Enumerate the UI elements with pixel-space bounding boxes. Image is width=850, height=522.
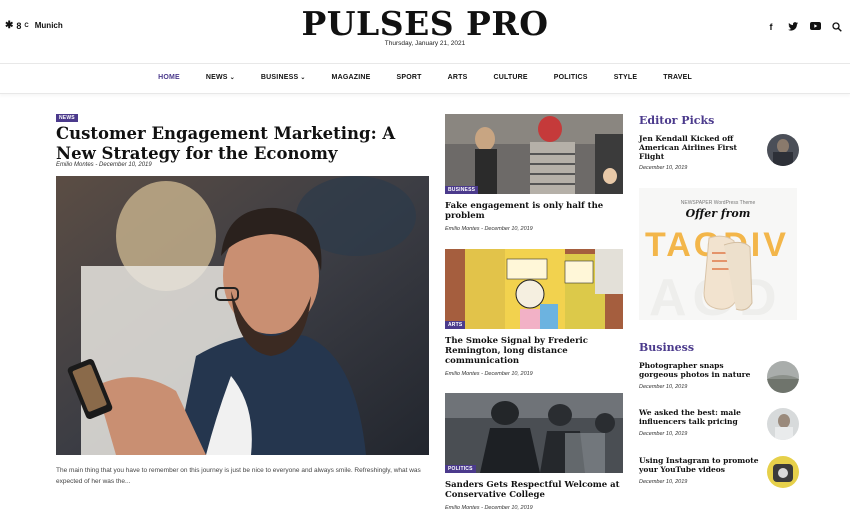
article-meta: Emilio Montes - December 10, 2019 [445,505,533,511]
business-heading: Business [639,341,695,354]
nav-item-home[interactable]: HOME [158,74,180,81]
side-article-date: December 10, 2019 [639,479,688,485]
main-article-meta: Emilio Montes - December 10, 2019 [56,162,152,168]
article-title[interactable]: Sanders Gets Respectful Welcome at Conse… [445,480,623,500]
advertisement-banner[interactable]: AGD NEWSPAPER WordPress Theme Offer from… [639,188,797,320]
side-article[interactable]: Jen Kendall Kicked off American Airlines… [639,134,799,171]
nav-item-magazine[interactable]: MAGAZINE [332,74,371,81]
nav-item-culture[interactable]: CULTURE [493,74,527,81]
article-thumbnail[interactable] [767,134,799,166]
nav-item-sport[interactable]: SPORT [396,74,421,81]
nav-item-politics[interactable]: POLITICS [554,74,588,81]
article-meta: Emilio Montes - December 10, 2019 [445,371,533,377]
main-article-title[interactable]: Customer Engagement Marketing: A New Str… [56,124,426,164]
side-article[interactable]: Photographer snaps gorgeous photos in na… [639,361,799,397]
category-badge[interactable]: ARTS [445,321,466,329]
twitter-icon[interactable] [788,22,798,32]
article-image[interactable]: BUSINESS [445,114,623,194]
site-logo[interactable]: PULSES PRO [0,4,850,43]
side-article-title[interactable]: Jen Kendall Kicked off American Airlines… [639,134,759,161]
chevron-down-icon: ⌄ [300,75,306,81]
post-date: December 10, 2019 [99,162,152,168]
article-card[interactable]: ARTS The Smoke Signal by Frederic Reming… [445,249,623,377]
ad-offer: Offer from [685,207,751,220]
side-article[interactable]: Using Instagram to promote your YouTube … [639,456,799,492]
article-thumbnail[interactable] [767,456,799,488]
nav-item-business[interactable]: BUSINESS ⌄ [261,74,306,81]
article-card[interactable]: BUSINESS Fake engagement is only half th… [445,114,623,232]
header-date: Thursday, January 21, 2021 [384,40,466,47]
sneaker-image [703,235,753,311]
side-article-title[interactable]: Using Instagram to promote your YouTube … [639,456,759,474]
search-icon[interactable] [832,22,842,32]
article-image[interactable]: ARTS [445,249,623,329]
main-article-excerpt: The main thing that you have to remember… [56,467,421,485]
side-article-title[interactable]: We asked the best: male influencers talk… [639,408,759,426]
nav-item-arts[interactable]: ARTS [448,74,468,81]
article-meta: Emilio Montes - December 10, 2019 [445,226,533,232]
side-article-date: December 10, 2019 [639,165,688,171]
facebook-icon[interactable]: f [766,22,776,32]
article-title[interactable]: Fake engagement is only half the problem [445,201,623,221]
article-image[interactable]: POLITICS [445,393,623,473]
ad-tagline: NEWSPAPER WordPress Theme [680,200,756,206]
chevron-down-icon: ⌄ [229,75,235,81]
category-badge[interactable]: POLITICS [445,465,476,473]
nav-item-news[interactable]: NEWS ⌄ [206,74,235,81]
category-badge[interactable]: NEWS [56,114,78,122]
site-header: ✱ 8C Munich PULSES PRO Thursday, January… [0,0,850,64]
nav-item-travel[interactable]: TRAVEL [663,74,692,81]
article-card[interactable]: POLITICS Sanders Gets Respectful Welcome… [445,393,623,511]
category-badge[interactable]: BUSINESS [445,186,479,194]
article-title[interactable]: The Smoke Signal by Frederic Remington, … [445,336,623,366]
side-article-date: December 10, 2019 [639,431,688,437]
article-thumbnail[interactable] [767,408,799,440]
editor-picks-heading: Editor Picks [639,114,715,127]
main-nav: HOME NEWS ⌄ BUSINESS ⌄ MAGAZINE SPORT ARTS… [0,64,850,94]
youtube-icon[interactable] [810,22,821,32]
main-article-image[interactable] [56,176,429,455]
side-article[interactable]: We asked the best: male influencers talk… [639,408,799,444]
social-links: f [766,22,842,32]
side-article-date: December 10, 2019 [639,384,688,390]
article-thumbnail[interactable] [767,361,799,393]
side-article-title[interactable]: Photographer snaps gorgeous photos in na… [639,361,759,379]
author-name[interactable]: Emilio Montes [56,162,94,168]
nav-item-style[interactable]: STYLE [614,74,638,81]
